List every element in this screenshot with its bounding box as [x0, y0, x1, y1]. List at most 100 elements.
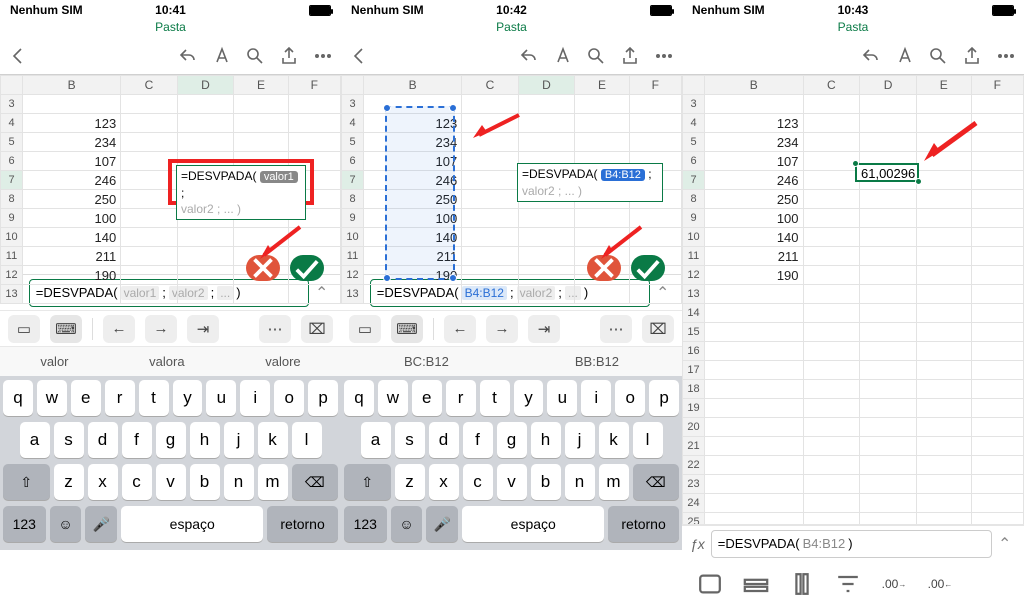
cell-F5[interactable] [629, 133, 681, 152]
cell-B6[interactable]: 107 [364, 152, 462, 171]
cell-E5[interactable] [916, 133, 971, 152]
key-q[interactable]: q [3, 380, 33, 416]
cell-D5[interactable] [177, 133, 234, 152]
cell-B7[interactable]: 246 [705, 171, 804, 190]
cell-E9[interactable] [916, 209, 971, 228]
key-j[interactable]: j [224, 422, 254, 458]
cell-D17[interactable] [860, 361, 917, 380]
undo-icon[interactable] [860, 46, 880, 66]
return-key[interactable]: retorno [267, 506, 338, 542]
cell-C11[interactable] [121, 247, 178, 266]
cell-E10[interactable] [575, 228, 629, 247]
undo-icon[interactable] [518, 46, 538, 66]
cell-D23[interactable] [860, 475, 917, 494]
cell-C24[interactable] [803, 494, 860, 513]
cell-B12[interactable]: 190 [705, 266, 804, 285]
cell-E14[interactable] [916, 304, 971, 323]
cell-C23[interactable] [803, 475, 860, 494]
cell-F13[interactable] [971, 285, 1023, 304]
key-a[interactable]: a [20, 422, 50, 458]
key-e[interactable]: e [71, 380, 101, 416]
cell-D13[interactable] [518, 285, 575, 304]
share-icon[interactable] [620, 46, 640, 66]
kb-more-button[interactable]: ⋯ [600, 315, 632, 343]
keyboard[interactable]: qwertyuiopasdfghjkl⇧zxcvbnm⌫123☺🎤espaçor… [341, 376, 682, 550]
cell-B15[interactable] [705, 323, 804, 342]
cell-D10[interactable] [860, 228, 917, 247]
cell-C9[interactable] [462, 209, 519, 228]
cell-B5[interactable]: 234 [705, 133, 804, 152]
cell-B18[interactable] [705, 380, 804, 399]
cell-C7[interactable] [121, 171, 178, 190]
space-key[interactable]: espaço [462, 506, 604, 542]
arrow-right-button[interactable]: → [145, 315, 177, 343]
cell-B3[interactable] [705, 95, 804, 114]
numeric-key[interactable]: 123 [344, 506, 387, 542]
cell-B10[interactable]: 140 [364, 228, 462, 247]
cell-F7[interactable] [971, 171, 1023, 190]
key-w[interactable]: w [37, 380, 67, 416]
key-t[interactable]: t [139, 380, 169, 416]
arrow-left-button[interactable]: ← [444, 315, 476, 343]
cell-C17[interactable] [803, 361, 860, 380]
cell-C8[interactable] [121, 190, 178, 209]
cell-F12[interactable] [971, 266, 1023, 285]
cell-F9[interactable] [971, 209, 1023, 228]
space-key[interactable]: espaço [121, 506, 263, 542]
key-y[interactable]: y [514, 380, 544, 416]
scan-button[interactable]: ⌧ [301, 315, 333, 343]
cell-C9[interactable] [121, 209, 178, 228]
tab-button[interactable]: ⇥ [528, 315, 560, 343]
cell-E4[interactable] [916, 114, 971, 133]
numeric-key[interactable]: 123 [3, 506, 46, 542]
cell-C3[interactable] [462, 95, 519, 114]
cell-B23[interactable] [705, 475, 804, 494]
cell-F20[interactable] [971, 418, 1023, 437]
cell-F17[interactable] [971, 361, 1023, 380]
key-h[interactable]: h [190, 422, 220, 458]
cell-C21[interactable] [803, 437, 860, 456]
cell-B7[interactable]: 246 [23, 171, 121, 190]
key-s[interactable]: s [54, 422, 84, 458]
cell-D19[interactable] [860, 399, 917, 418]
cell-B6[interactable]: 107 [705, 152, 804, 171]
expand-icon[interactable]: ⌃ [998, 534, 1016, 554]
cell-D22[interactable] [860, 456, 917, 475]
cell-C16[interactable] [803, 342, 860, 361]
cell-C13[interactable] [803, 285, 860, 304]
cell-E3[interactable] [575, 95, 629, 114]
backspace-key[interactable]: ⌫ [292, 464, 339, 500]
key-p[interactable]: p [649, 380, 679, 416]
cell-C5[interactable] [121, 133, 178, 152]
cell-B8[interactable]: 250 [364, 190, 462, 209]
cell-E13[interactable] [575, 285, 629, 304]
cell-E3[interactable] [916, 95, 971, 114]
cell-B5[interactable]: 234 [23, 133, 121, 152]
formula-bar[interactable]: ƒx =DESVPADA( B4:B12 ) ⌃ [682, 525, 1024, 561]
cell-B13[interactable] [23, 285, 121, 304]
cell-B21[interactable] [705, 437, 804, 456]
key-s[interactable]: s [395, 422, 425, 458]
confirm-button[interactable] [631, 255, 665, 281]
filter-icon[interactable] [834, 570, 862, 598]
cell-F3[interactable] [971, 95, 1023, 114]
key-i[interactable]: i [240, 380, 270, 416]
key-g[interactable]: g [156, 422, 186, 458]
scan-button[interactable]: ⌧ [642, 315, 674, 343]
cell-F11[interactable] [971, 247, 1023, 266]
key-o[interactable]: o [274, 380, 304, 416]
back-icon[interactable] [8, 46, 28, 66]
cell-E24[interactable] [916, 494, 971, 513]
cell-D12[interactable] [518, 266, 575, 285]
cell-C7[interactable] [462, 171, 519, 190]
cell-F4[interactable] [971, 114, 1023, 133]
cell-C12[interactable] [462, 266, 519, 285]
key-v[interactable]: v [497, 464, 527, 500]
cell-F10[interactable] [971, 228, 1023, 247]
cell-F14[interactable] [971, 304, 1023, 323]
cell-B5[interactable]: 234 [364, 133, 462, 152]
kb-more-button[interactable]: ⋯ [259, 315, 291, 343]
cell-D8[interactable] [860, 190, 917, 209]
suggestion[interactable]: valore [265, 354, 300, 369]
cell-C8[interactable] [462, 190, 519, 209]
